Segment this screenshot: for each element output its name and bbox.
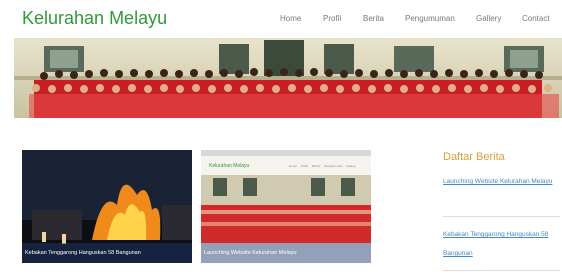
news-card-caption[interactable]: Launching Website Kelurahan Melayu	[201, 243, 371, 263]
sidebar-divider	[443, 270, 560, 271]
preview-nav-home: Home	[289, 164, 298, 168]
sidebar-title: Daftar Berita	[443, 151, 505, 163]
nav-home[interactable]: Home	[280, 14, 301, 23]
sidebar-link-fire[interactable]: Kebakan Tenggarong Hanguskan 58 Bangunan	[443, 225, 560, 263]
preview-nav-pengumuman: Pengumuman	[324, 164, 343, 168]
news-card-launching[interactable]: Kelurahan Melayu Home Profil Berita Peng…	[201, 150, 371, 263]
hero-banner	[14, 38, 562, 118]
preview-nav-berita: Berita	[312, 164, 320, 168]
main-nav: Home Profil Berita Pengumuman Gallery Co…	[0, 14, 562, 26]
nav-gallery[interactable]: Gallery	[476, 14, 501, 23]
preview-nav-profil: Profil	[301, 164, 308, 168]
news-card-fire[interactable]: Kebakan Tenggarong Hanguskan 58 Bangunan	[22, 150, 192, 263]
nav-profil[interactable]: Profil	[323, 14, 341, 23]
hero-group-photo	[14, 38, 562, 118]
nav-contact[interactable]: Contact	[522, 14, 550, 23]
nav-berita[interactable]: Berita	[363, 14, 384, 23]
sidebar-divider	[443, 216, 560, 217]
news-card-caption[interactable]: Kebakan Tenggarong Hanguskan 58 Bangunan	[22, 243, 192, 263]
site-header: Kelurahan Melayu Home Profil Berita Peng…	[0, 0, 562, 38]
nav-pengumuman[interactable]: Pengumuman	[405, 14, 455, 23]
preview-logo: Kelurahan Melayu	[209, 163, 250, 169]
sidebar-link-launching[interactable]: Launching Website Kelurahan Melayu	[443, 172, 560, 191]
preview-nav-gallery: Gallery	[346, 164, 356, 168]
